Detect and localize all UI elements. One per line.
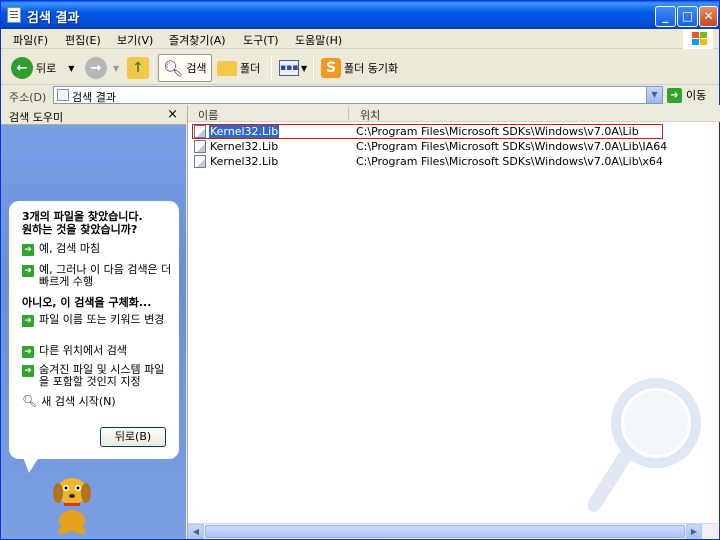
column-headers: 이름 위치 xyxy=(188,105,720,122)
file-location: C:\Program Files\Microsoft SDKs\Windows\… xyxy=(356,140,668,153)
table-row[interactable]: Kernel32.Lib C:\Program Files\Microsoft … xyxy=(188,139,708,154)
sync-icon: S xyxy=(321,58,341,78)
go-button[interactable]: ➜ 이동 xyxy=(667,87,706,103)
folder-sync-button[interactable]: S 폴더 동기화 xyxy=(321,54,398,82)
highlight-annotation xyxy=(192,124,663,139)
search-watermark-icon xyxy=(588,378,701,512)
address-label: 주소(D) xyxy=(9,91,47,104)
back-label: 뒤로 xyxy=(36,62,57,75)
windows-logo-icon xyxy=(683,29,713,49)
explorer-window: 검색 결과 _ □ ✕ 파일(F) 편집(E) 보기(V) 즐겨찾기(A) 도구… xyxy=(0,0,720,540)
green-arrow-icon: ➜ xyxy=(22,365,34,377)
column-header-location[interactable]: 위치 xyxy=(360,107,380,123)
address-bar: 주소(D) 검색 결과 ▼ ➜ 이동 xyxy=(1,85,719,105)
horizontal-scrollbar[interactable]: ◀ ▶ xyxy=(188,523,718,539)
search-label: 검색 xyxy=(186,62,207,75)
forward-arrow-icon: → xyxy=(85,57,107,79)
lib-file-icon xyxy=(194,155,206,168)
menu-favorites[interactable]: 즐겨찾기(A) xyxy=(169,32,226,48)
toolbar-separator xyxy=(313,56,314,80)
column-divider[interactable] xyxy=(348,107,349,120)
menu-edit[interactable]: 편집(E) xyxy=(65,32,101,48)
back-pane-button[interactable]: 뒤로(B) xyxy=(100,427,166,447)
magnifier-icon: 🔍︎ xyxy=(163,58,184,78)
file-name: Kernel32.Lib xyxy=(210,155,279,168)
toolbar-separator xyxy=(153,56,154,80)
option-finish-search[interactable]: ➜ 예, 검색 마침 xyxy=(22,243,172,256)
dropdown-arrow-icon[interactable]: ▼ xyxy=(113,64,119,73)
title-bar[interactable]: 검색 결과 _ □ ✕ xyxy=(1,1,719,29)
column-header-name[interactable]: 이름 xyxy=(198,107,218,123)
new-search-link[interactable]: 🔍︎ 새 검색 시작(N) xyxy=(22,393,116,409)
up-folder-icon: ↑ xyxy=(127,57,149,79)
menu-help[interactable]: 도움말(H) xyxy=(295,32,342,48)
option-hidden-files[interactable]: ➜ 숨겨진 파일 및 시스템 파일을 포함할 것인지 지정 xyxy=(22,364,172,388)
folder-icon xyxy=(217,60,237,76)
search-result-bubble: 3개의 파일을 찾았습니다. 원하는 것을 찾았습니까? ➜ 예, 검색 마침 … xyxy=(9,201,179,459)
menu-view[interactable]: 보기(V) xyxy=(117,32,153,48)
pane-title: 검색 도우미 xyxy=(9,111,64,124)
address-input[interactable]: 검색 결과 ▼ xyxy=(53,86,663,104)
pane-close-icon[interactable]: × xyxy=(167,107,178,122)
option-change-filename[interactable]: ➜ 파일 이름 또는 키워드 변경 xyxy=(22,314,172,327)
views-grid-icon: ▪▪▪ xyxy=(279,60,299,76)
scroll-right-icon[interactable]: ▶ xyxy=(686,524,702,539)
magnifier-icon: 🔍︎ xyxy=(22,394,38,408)
option-faster-search[interactable]: ➜ 예, 그러나 이 다음 검색은 더 빠르게 수행 xyxy=(22,264,172,288)
results-list[interactable]: 이름 위치 Kernel32.Lib C:\Program Files\Micr… xyxy=(187,105,720,539)
dropdown-arrow-icon[interactable]: ▼ xyxy=(301,64,307,73)
maximize-button[interactable]: □ xyxy=(677,6,698,27)
document-icon xyxy=(7,7,21,23)
search-results-icon xyxy=(57,89,69,101)
file-name: Kernel32.Lib xyxy=(210,140,279,153)
views-button[interactable]: ▪▪▪ ▼ xyxy=(279,54,307,82)
toolbar: ← 뒤로 ▼ → ▼ ↑ 🔍︎ 검색 폴더 ▪▪▪ ▼ S 폴더 동기화 xyxy=(1,50,719,85)
forward-button[interactable]: → ▼ xyxy=(85,54,119,82)
search-companion-pane: 검색 도우미 × 3개의 파일을 찾았습니다. 원하는 것을 찾았습니까? ➜ … xyxy=(1,105,186,539)
option-other-location[interactable]: ➜ 다른 위치에서 검색 xyxy=(22,345,172,358)
up-folder-button[interactable]: ↑ xyxy=(127,54,149,82)
sync-label: 폴더 동기화 xyxy=(344,62,399,75)
green-arrow-icon: ➜ xyxy=(22,346,34,358)
close-button[interactable]: ✕ xyxy=(699,6,718,27)
back-button[interactable]: ← 뒤로 ▼ xyxy=(11,54,74,82)
result-summary: 3개의 파일을 찾았습니다. 원하는 것을 찾았습니까? xyxy=(22,210,143,236)
lib-file-icon xyxy=(194,140,206,153)
menu-tools[interactable]: 도구(T) xyxy=(243,32,279,48)
scroll-left-icon[interactable]: ◀ xyxy=(188,524,204,539)
green-arrow-icon: ➜ xyxy=(22,315,34,327)
menu-file[interactable]: 파일(F) xyxy=(13,32,48,48)
go-label: 이동 xyxy=(686,89,707,102)
pane-header: 검색 도우미 × xyxy=(1,105,186,125)
window-title: 검색 결과 xyxy=(27,11,80,26)
refine-heading: 아니오, 이 검색을 구체화... xyxy=(22,296,152,309)
search-dog-icon xyxy=(53,478,91,534)
folders-label: 폴더 xyxy=(240,62,261,75)
address-value: 검색 결과 xyxy=(72,91,116,104)
folders-button[interactable]: 폴더 xyxy=(217,54,260,82)
scroll-thumb[interactable] xyxy=(205,525,685,538)
file-location: C:\Program Files\Microsoft SDKs\Windows\… xyxy=(356,155,663,168)
green-arrow-icon: ➜ xyxy=(22,244,34,256)
green-arrow-icon: ➜ xyxy=(22,265,34,277)
back-arrow-icon: ← xyxy=(11,57,33,79)
table-row[interactable]: Kernel32.Lib C:\Program Files\Microsoft … xyxy=(188,154,708,169)
dropdown-arrow-icon[interactable]: ▼ xyxy=(68,64,74,73)
go-arrow-icon: ➜ xyxy=(667,87,682,103)
address-dropdown-icon[interactable]: ▼ xyxy=(646,87,662,103)
minimize-button[interactable]: _ xyxy=(655,6,676,27)
bubble-tail xyxy=(23,457,39,473)
search-button[interactable]: 🔍︎ 검색 xyxy=(158,54,212,82)
toolbar-separator xyxy=(271,56,272,80)
menu-bar: 파일(F) 편집(E) 보기(V) 즐겨찾기(A) 도구(T) 도움말(H) xyxy=(1,29,719,49)
